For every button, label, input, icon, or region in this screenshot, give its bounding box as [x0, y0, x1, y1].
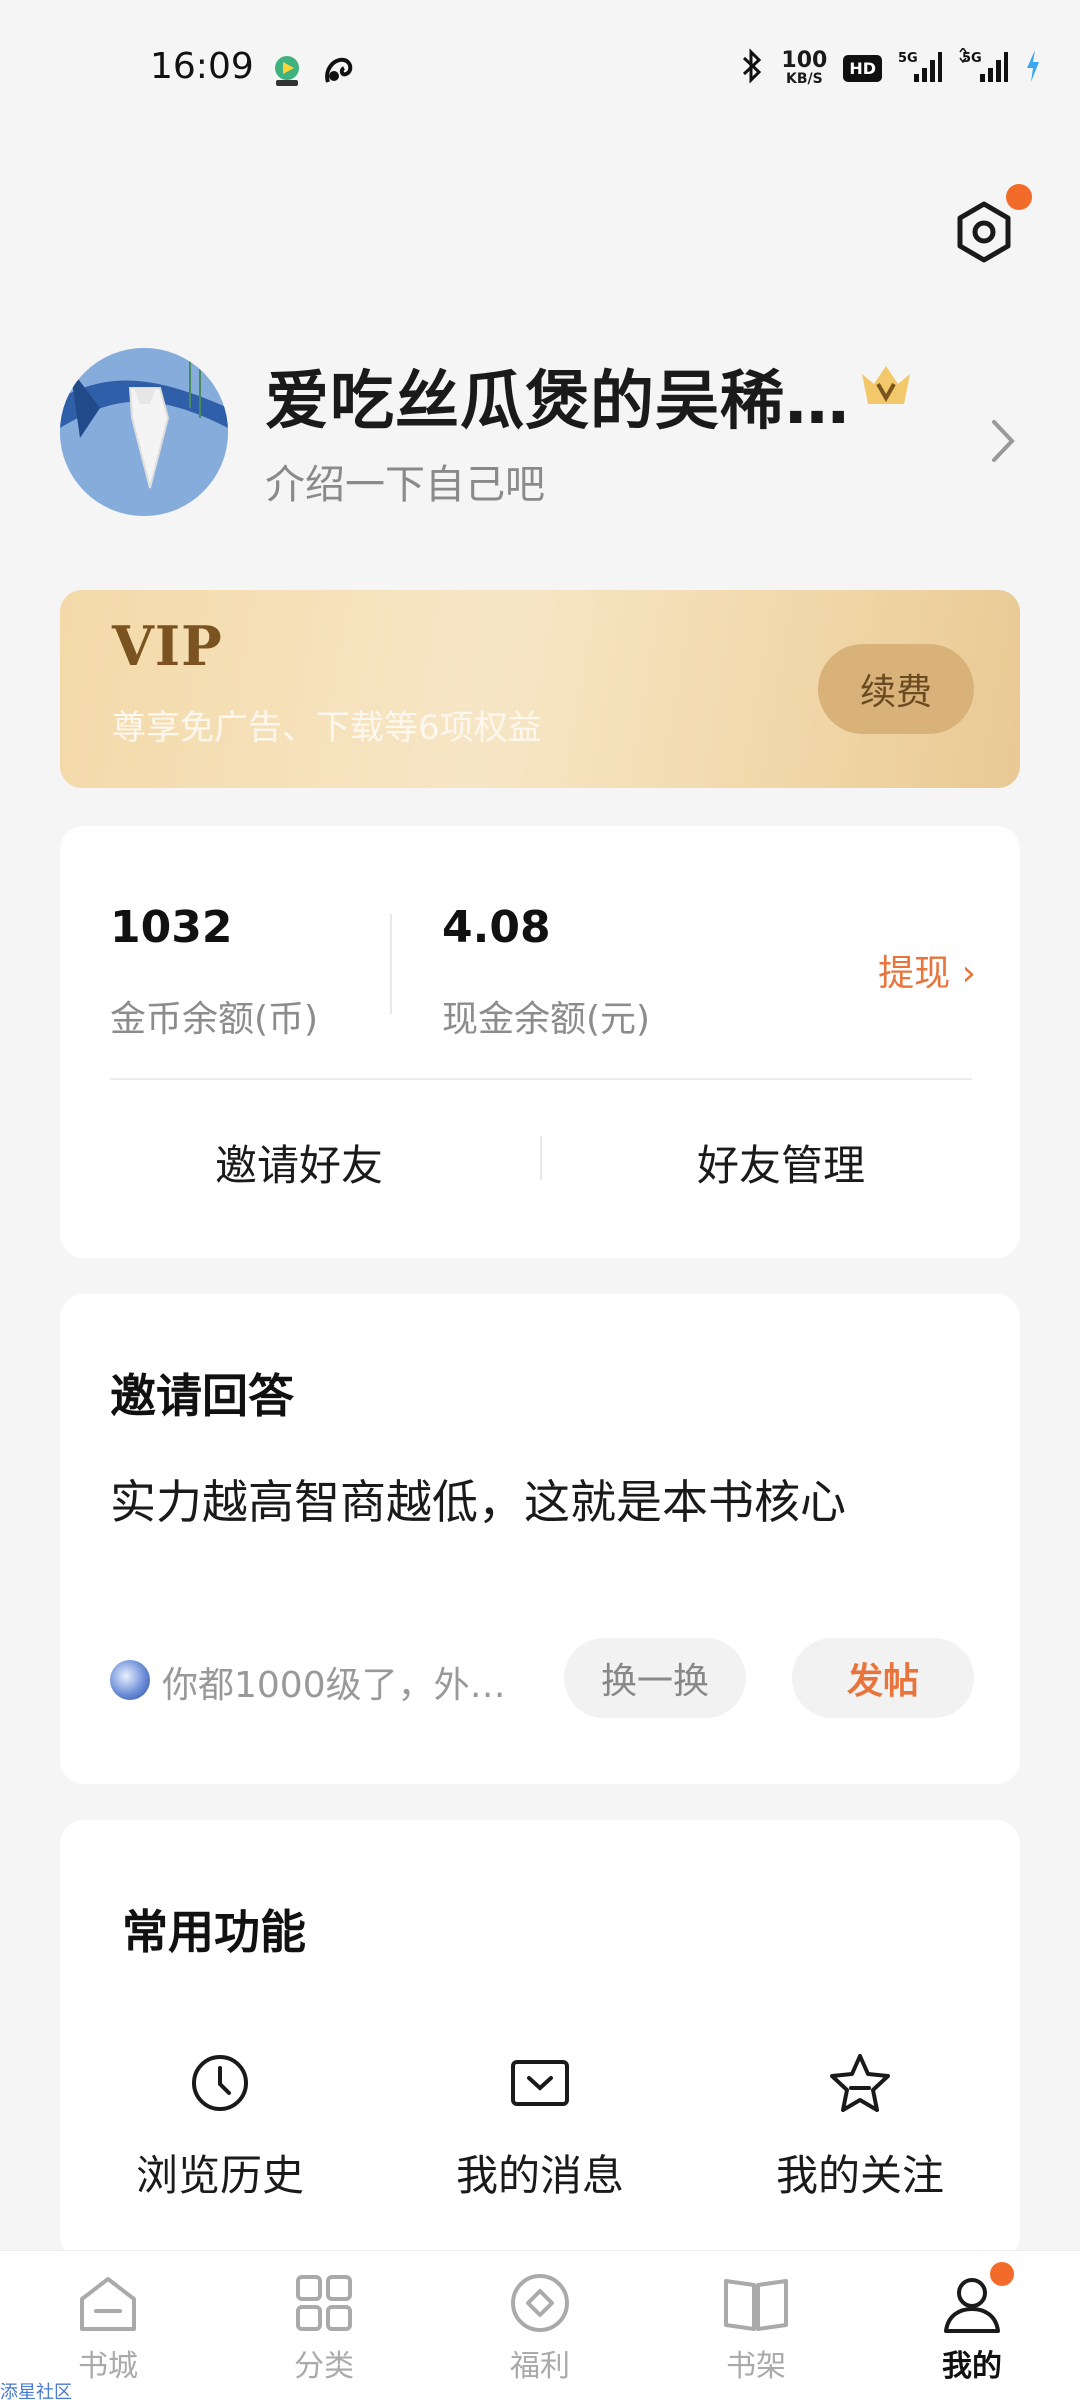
watermark: 添星社区 [0, 2382, 72, 2400]
settings-notification-dot [1006, 184, 1032, 210]
wallet-divider-horizontal [110, 1078, 972, 1080]
star-icon [830, 2054, 890, 2112]
history-label: 浏览历史 [135, 2151, 304, 2200]
status-time: 16:09 [150, 46, 254, 87]
signal-5g-icon-2: 5G [958, 46, 1008, 88]
messages-label: 我的消息 [455, 2151, 624, 2200]
signal-5g-icon: 5G [898, 48, 942, 88]
nav-category[interactable]: 分类 [216, 2271, 432, 2385]
nav-welfare-label: 福利 [510, 2349, 570, 2384]
svg-text:5G: 5G [898, 51, 918, 66]
renew-button[interactable]: 续费 [818, 644, 974, 734]
category-icon [296, 2275, 352, 2331]
nav-welfare[interactable]: 福利 [432, 2271, 648, 2385]
cash-label: 现金余额(元) [442, 999, 651, 1040]
answer-preview[interactable]: 你都1000级了，外… [162, 1656, 506, 1708]
bookshelf-icon [724, 2279, 788, 2331]
vip-crown-icon [858, 362, 914, 408]
common-functions-title: 常用功能 [122, 1905, 306, 1959]
coins-label: 金币余额(币) [110, 999, 319, 1040]
home-icon [80, 2277, 136, 2331]
wallet-card: 1032 金币余额(币) 4.08 现金余额(元) 提现 › 邀请好友 好友管理 [60, 826, 1020, 1258]
nav-category-label: 分类 [294, 2349, 354, 2384]
avatar-image [60, 348, 228, 516]
bottom-navigation: 书城 分类 福利 书架 我的 [0, 2250, 1080, 2400]
settings-hexagon-icon [957, 201, 1011, 263]
swap-button[interactable]: 换一换 [564, 1638, 746, 1718]
common-functions-card: 常用功能 浏览历史 我的消息 我的关注 [60, 1820, 1020, 2260]
question-author-avatar [110, 1660, 150, 1700]
invite-question[interactable]: 实力越高智商越低，这就是本书核心 [110, 1466, 846, 1532]
message-icon [511, 2060, 569, 2106]
vip-card[interactable]: VIP 尊享免广告、下载等6项权益 续费 [60, 590, 1020, 788]
nav-bookshelf-label: 书架 [726, 2349, 786, 2384]
messages-button[interactable]: 我的消息 [420, 2052, 660, 2203]
cash-balance[interactable]: 4.08 [442, 902, 551, 953]
following-label: 我的关注 [775, 2151, 944, 2200]
avatar[interactable] [60, 348, 228, 516]
username[interactable]: 爱吃丝瓜煲的吴稀… [265, 350, 850, 442]
nav-mine[interactable]: 我的 [864, 2271, 1080, 2385]
nav-mine-label: 我的 [942, 2349, 1002, 2384]
history-button[interactable]: 浏览历史 [100, 2052, 340, 2203]
vip-title: VIP [112, 614, 223, 678]
following-button[interactable]: 我的关注 [740, 2052, 980, 2203]
nav-bookstore[interactable]: 书城 [0, 2271, 216, 2385]
coins-balance[interactable]: 1032 [110, 902, 232, 953]
vip-subtitle: 尊享免广告、下载等6项权益 [112, 708, 542, 748]
manage-friends-button[interactable]: 好友管理 [697, 1132, 865, 1193]
invite-answer-title: 邀请回答 [110, 1369, 294, 1423]
battery-charging-icon [1024, 48, 1042, 88]
invite-friends-button[interactable]: 邀请好友 [215, 1132, 383, 1193]
settings-button[interactable] [950, 198, 1018, 266]
profile-bio[interactable]: 介绍一下自己吧 [265, 452, 545, 510]
wallet-divider [390, 914, 392, 1014]
nav-bookshelf[interactable]: 书架 [648, 2271, 864, 2385]
profile-chevron-icon[interactable] [988, 416, 1018, 466]
post-button[interactable]: 发帖 [792, 1638, 974, 1718]
invite-answer-card: 邀请回答 实力越高智商越低，这就是本书核心 你都1000级了，外… 换一换 发帖 [60, 1294, 1020, 1784]
nav-mine-notification-dot [990, 2262, 1014, 2286]
welfare-icon [511, 2274, 569, 2332]
hd-voice-badge: HD [843, 54, 882, 82]
bluetooth-icon [739, 48, 765, 88]
video-app-icon [268, 52, 306, 88]
status-bar: 16:09 100 KB/S HD 5G 5G [0, 0, 1080, 140]
net-speed: 100 KB/S [781, 48, 828, 87]
wallet-action-divider [540, 1136, 542, 1180]
clock-icon [192, 2055, 248, 2111]
squirrel-app-icon [320, 52, 358, 88]
withdraw-link[interactable]: 提现 › [878, 944, 976, 996]
